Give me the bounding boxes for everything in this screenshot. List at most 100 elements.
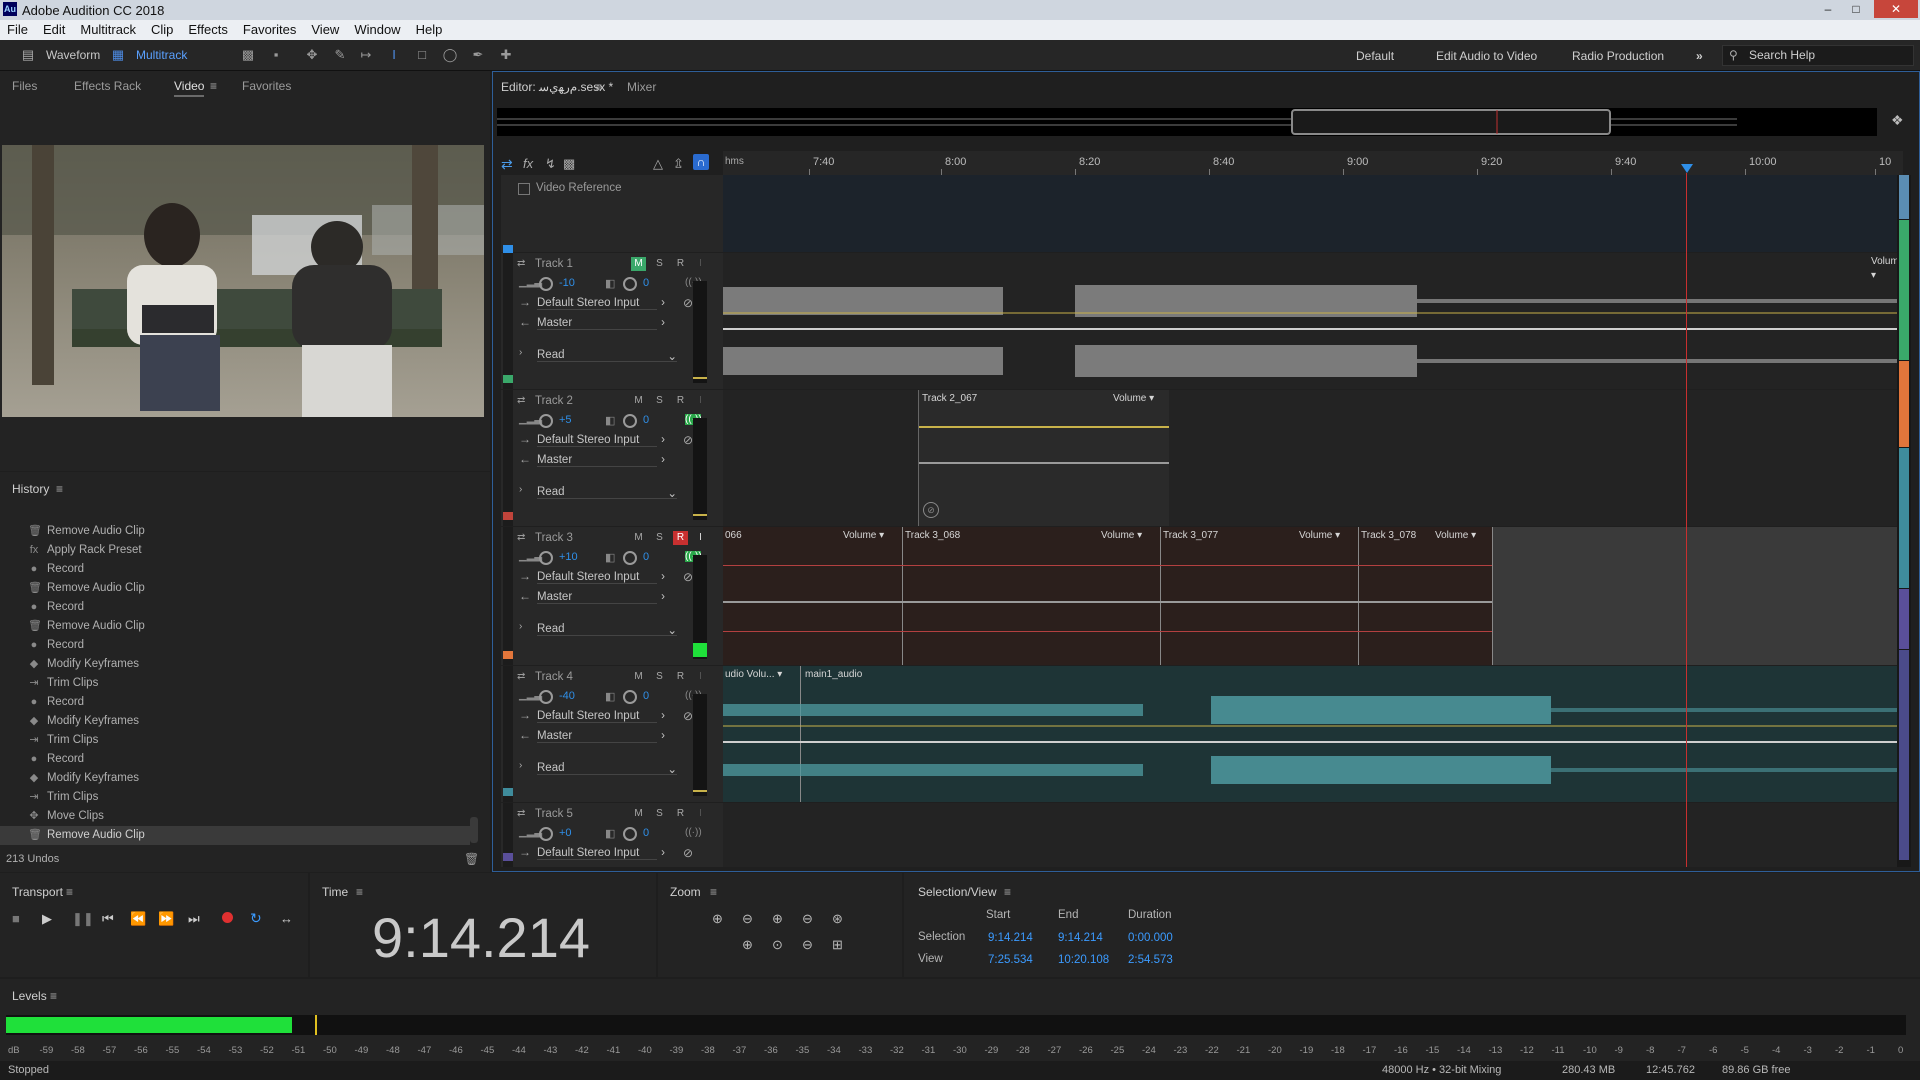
panel-menu-icon[interactable]: ≡ xyxy=(210,79,217,93)
more-workspaces-icon[interactable]: » xyxy=(1696,49,1703,63)
track-input-dropdown[interactable]: Default Stereo Input › xyxy=(537,847,665,860)
history-item[interactable]: ⇥ Trim Clips xyxy=(0,674,470,693)
track-volume-value[interactable]: -40 xyxy=(559,690,575,702)
track-mute-button[interactable]: M xyxy=(631,394,646,408)
track-mute-button[interactable]: M xyxy=(631,807,646,821)
track-volume-value[interactable]: +5 xyxy=(559,414,572,426)
track-3-clip-1-volume[interactable]: Volume ▾ xyxy=(1101,529,1142,543)
track-move-icon[interactable]: ⇄ xyxy=(517,395,525,406)
track-move-icon[interactable]: ⇄ xyxy=(517,808,525,819)
maximize-icon[interactable]: □ xyxy=(1842,0,1870,18)
razor-tool-icon[interactable]: ✎ xyxy=(332,47,348,63)
zoom-in-out-point-icon[interactable]: ⊙ xyxy=(772,937,783,953)
track-3-clip-1[interactable]: Track 3_068 Volume ▾ xyxy=(903,527,1161,665)
track-pan-value[interactable]: 0 xyxy=(643,690,649,702)
track-mute-button[interactable]: M xyxy=(631,531,646,545)
view-duration[interactable]: 2:54.573 xyxy=(1128,954,1173,966)
track-name[interactable]: Track 2 xyxy=(535,395,573,407)
menu-effects[interactable]: Effects xyxy=(181,20,236,40)
expand-automation-icon[interactable]: › xyxy=(519,621,522,632)
time-display[interactable]: 9:14.214 xyxy=(372,905,590,970)
track-input-dropdown[interactable]: Default Stereo Input › xyxy=(537,571,665,584)
track-3-clip-0[interactable]: 066 Volume ▾ xyxy=(723,527,903,665)
history-item[interactable]: ⇥ Trim Clips xyxy=(0,731,470,750)
automation-mode-dropdown[interactable]: Read ⌄ xyxy=(537,349,677,363)
selection-duration[interactable]: 0:00.000 xyxy=(1128,932,1173,944)
view-end[interactable]: 10:20.108 xyxy=(1058,954,1109,966)
track-move-icon[interactable]: ⇄ xyxy=(517,532,525,543)
fx-icon[interactable]: fx xyxy=(523,156,533,171)
pan-knob[interactable] xyxy=(623,690,637,704)
search-help-field[interactable]: ⚲ Search Help xyxy=(1722,45,1914,66)
menu-help[interactable]: Help xyxy=(409,20,451,40)
tab-favorites[interactable]: Favorites xyxy=(242,79,291,93)
track-3-clip-0-volume[interactable]: Volume ▾ xyxy=(843,529,884,543)
move-tool-icon[interactable]: ✥ xyxy=(304,47,320,63)
track-3-clip-3[interactable]: Track 3_078 Volume ▾ xyxy=(1359,527,1493,665)
move-to-previous-icon[interactable]: ⏮ xyxy=(102,911,114,927)
history-menu-icon[interactable]: ≡ xyxy=(56,482,63,496)
playhead-handle[interactable] xyxy=(1681,164,1693,173)
track-input-dropdown[interactable]: Default Stereo Input › xyxy=(537,710,665,723)
record-icon[interactable] xyxy=(222,912,233,923)
transport-menu-icon[interactable]: ≡ xyxy=(66,885,73,899)
volume-knob[interactable] xyxy=(539,690,553,704)
track-record-arm-button[interactable]: R xyxy=(673,807,688,821)
export-icon[interactable]: ⇫ xyxy=(673,156,684,172)
expand-automation-icon[interactable]: › xyxy=(519,347,522,358)
slip-tool-icon[interactable]: ↦ xyxy=(358,47,374,63)
track-2-clip-volume[interactable]: Volume ▾ xyxy=(1113,392,1154,406)
expand-automation-icon[interactable]: › xyxy=(519,760,522,771)
track-3-volume-line[interactable] xyxy=(723,565,1492,566)
history-item[interactable]: ● Record xyxy=(0,636,470,655)
history-item[interactable]: ◆ Modify Keyframes xyxy=(0,769,470,788)
track-move-icon[interactable]: ⇄ xyxy=(517,671,525,682)
track-color-swatch[interactable] xyxy=(503,512,513,520)
track-volume-value[interactable]: +10 xyxy=(559,551,578,563)
track-2-clip[interactable]: Track 2_067 Volume ▾ ⊘ xyxy=(918,390,1169,526)
view-start[interactable]: 7:25.534 xyxy=(988,954,1033,966)
selection-start[interactable]: 9:14.214 xyxy=(988,932,1033,944)
track-input-monitor-button[interactable]: I xyxy=(693,531,708,545)
zoom-out-amplitude-icon[interactable]: ⊖ xyxy=(742,911,753,927)
expand-automation-icon[interactable]: › xyxy=(519,484,522,495)
track-input-dropdown[interactable]: Default Stereo Input › xyxy=(537,297,665,310)
track-solo-button[interactable]: S xyxy=(652,807,667,821)
track-name[interactable]: Track 1 xyxy=(535,258,573,270)
tab-mixer[interactable]: Mixer xyxy=(627,80,656,94)
track-output-dropdown[interactable]: Master › xyxy=(537,454,665,467)
lasso-tool-icon[interactable]: ◯ xyxy=(442,47,458,63)
track-3-volume-line-2[interactable] xyxy=(723,631,1492,632)
history-item[interactable]: ✥ Move Clips xyxy=(0,807,470,826)
track-3-clip-3-volume[interactable]: Volume ▾ xyxy=(1435,529,1476,543)
track-2-volume-line[interactable] xyxy=(919,426,1169,428)
menu-edit[interactable]: Edit xyxy=(36,20,73,40)
volume-knob[interactable] xyxy=(539,277,553,291)
track-input-monitor-button[interactable]: I xyxy=(693,807,708,821)
track-record-arm-button[interactable]: R xyxy=(673,394,688,408)
time-menu-icon[interactable]: ≡ xyxy=(356,885,363,899)
tab-files[interactable]: Files xyxy=(12,79,37,93)
automation-mode-dropdown[interactable]: Read ⌄ xyxy=(537,762,677,776)
track-color-swatch[interactable] xyxy=(503,651,513,659)
metronome-icon[interactable]: △ xyxy=(653,156,663,172)
history-item[interactable]: fx Apply Rack Preset xyxy=(0,541,470,560)
history-item[interactable]: ⇥ Trim Clips xyxy=(0,788,470,807)
history-scrollbar[interactable] xyxy=(470,817,478,843)
marquee-tool-icon[interactable]: □ xyxy=(414,47,430,63)
zoom-selected-tracks-icon[interactable]: ⊖ xyxy=(802,937,813,953)
clip-fx-icon[interactable]: ⊘ xyxy=(923,502,939,518)
fast-forward-icon[interactable]: ⏩ xyxy=(158,911,174,927)
selection-end[interactable]: 9:14.214 xyxy=(1058,932,1103,944)
track-input-dropdown[interactable]: Default Stereo Input › xyxy=(537,434,665,447)
track-solo-button[interactable]: S xyxy=(652,670,667,684)
loop-playback-icon[interactable]: ↻ xyxy=(250,910,262,927)
workspace-default[interactable]: Default xyxy=(1356,49,1394,63)
play-icon[interactable]: ▶ xyxy=(42,911,52,927)
menu-clip[interactable]: Clip xyxy=(144,20,181,40)
track-mute-button[interactable]: M xyxy=(631,670,646,684)
tab-video[interactable]: Video xyxy=(174,79,205,97)
delete-history-icon[interactable]: 🗑 xyxy=(464,852,479,866)
tab-effects-rack[interactable]: Effects Rack xyxy=(74,79,141,93)
time-selection-tool-icon[interactable]: I xyxy=(386,47,402,63)
